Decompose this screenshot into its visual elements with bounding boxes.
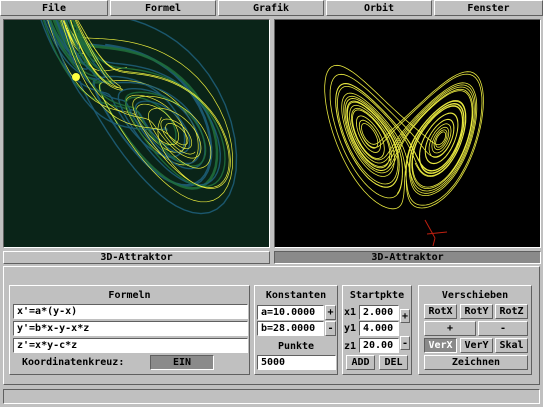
punkte-field[interactable]: 5000 [257, 355, 336, 370]
formeln-title: Formeln [108, 289, 151, 301]
orbit-plot [275, 20, 540, 247]
koordinatenkreuz-toggle[interactable]: EIN [150, 355, 214, 370]
start-y-label: y1 [344, 323, 357, 334]
menu-file[interactable]: File [0, 0, 108, 16]
left-attractor-view[interactable] [3, 19, 270, 248]
formula-x-field[interactable]: x'=a*(y-x) [13, 304, 248, 319]
startpkte-title: Startpkte [349, 289, 405, 301]
rotx-button[interactable]: RotX [424, 304, 457, 319]
roty-button[interactable]: RotY [460, 304, 493, 319]
menu-fenster[interactable]: Fenster [434, 0, 543, 16]
constant-minus-button[interactable]: - [325, 321, 336, 336]
start-z-label: z1 [344, 341, 357, 352]
right-view-title: 3D-Attraktor [274, 251, 541, 264]
menu-bar: File Formel Grafik Orbit Fenster [0, 0, 543, 16]
menu-grafik[interactable]: Grafik [218, 0, 324, 16]
rotz-button[interactable]: RotZ [495, 304, 528, 319]
very-button[interactable]: VerY [460, 338, 493, 353]
koordinatenkreuz-label: Koordinatenkreuz: [22, 357, 125, 368]
konstanten-title: Konstanten [265, 289, 327, 301]
start-x-field[interactable]: 2.000 [359, 305, 399, 320]
constant-a-field[interactable]: a=10.0000 [257, 305, 324, 320]
shift-plus-button[interactable]: + [424, 321, 476, 336]
start-z-field[interactable]: 20.00 [359, 338, 399, 353]
zeichnen-button[interactable]: Zeichnen [424, 355, 528, 370]
menu-formel[interactable]: Formel [110, 0, 216, 16]
focus-point [72, 73, 80, 81]
constant-b-field[interactable]: b=28.0000 [257, 321, 324, 336]
start-minus-button[interactable]: - [400, 336, 410, 350]
formula-z-field[interactable]: z'=x*y-c*z [13, 338, 248, 353]
constant-plus-button[interactable]: + [325, 305, 336, 320]
start-y-field[interactable]: 4.000 [359, 321, 399, 336]
add-button[interactable]: ADD [346, 355, 375, 370]
punkte-label: Punkte [277, 340, 315, 352]
start-x-label: x1 [344, 307, 357, 318]
trail-plot [4, 20, 269, 247]
left-view-title: 3D-Attraktor [3, 251, 270, 264]
verschieben-title: Verschieben [441, 289, 509, 301]
right-attractor-view[interactable] [274, 19, 541, 248]
menu-orbit[interactable]: Orbit [326, 0, 432, 16]
verx-button[interactable]: VerX [424, 338, 457, 353]
shift-minus-button[interactable]: - [478, 321, 528, 336]
status-bar [3, 389, 540, 404]
del-button[interactable]: DEL [379, 355, 408, 370]
formula-y-field[interactable]: y'=b*x-y-x*z [13, 321, 248, 336]
skal-button[interactable]: Skal [495, 338, 528, 353]
start-plus-button[interactable]: + [400, 309, 410, 323]
